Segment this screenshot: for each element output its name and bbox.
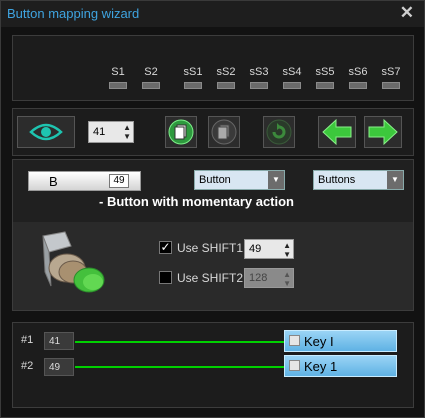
button-letter: B [49, 174, 58, 189]
eye-icon [29, 123, 63, 141]
shift-led-ss1 [184, 82, 202, 89]
mapped-key-button[interactable]: Key I [284, 330, 397, 352]
button-category-value: Buttons [318, 174, 356, 186]
title-bar: Button mapping wizard ✕ [1, 1, 424, 27]
shift1-label: Use SHIFT1 [177, 241, 244, 255]
mapping-row-label: #1 [21, 334, 34, 346]
button-number-badge: 49 [109, 174, 129, 188]
mapping-link-line [75, 341, 284, 343]
shift2-spinner[interactable]: 128 ▲ ▼ [244, 268, 294, 288]
shift2-label: Use SHIFT2 [177, 271, 244, 285]
shift-label-s1: S1 [111, 66, 125, 78]
button-category-select[interactable]: Buttons ▼ [313, 170, 404, 190]
shift1-spinner[interactable]: 49 ▲ ▼ [244, 239, 294, 259]
shift-indicator-panel: S1 S2 sS1 sS2 sS3 sS4 sS5 sS6 sS7 [12, 35, 414, 101]
shift-label-ss7: sS7 [381, 66, 401, 78]
spinner-arrows-icon[interactable]: ▲ ▼ [283, 270, 291, 288]
chevron-down-icon[interactable]: ▼ [387, 171, 403, 189]
copy-icon [168, 119, 194, 145]
shift1-checkbox[interactable]: ✓ [159, 241, 172, 254]
shift-label-ss4: sS4 [282, 66, 302, 78]
button-description: - Button with momentary action [99, 194, 294, 209]
key-checkbox[interactable] [289, 360, 300, 371]
shift-led-ss5 [316, 82, 334, 89]
shift-label-ss1: sS1 [183, 66, 203, 78]
shift2-checkbox[interactable] [159, 271, 172, 284]
next-button[interactable] [364, 116, 402, 148]
spinner-value: 41 [93, 126, 106, 138]
mapped-key-button[interactable]: Key 1 [284, 355, 397, 377]
push-button-image [42, 231, 105, 293]
shift-label-s2: S2 [144, 66, 158, 78]
close-icon[interactable]: ✕ [400, 3, 414, 23]
button-type-select[interactable]: Button ▼ [194, 170, 285, 190]
shift-led-s1 [109, 82, 127, 89]
button-definition-panel: B 49 Button ▼ Buttons ▼ - Button with mo… [12, 159, 414, 311]
shift-led-ss3 [250, 82, 268, 89]
shift-label-ss3: sS3 [249, 66, 269, 78]
eye-button[interactable] [17, 116, 75, 148]
arrow-left-icon [322, 118, 352, 146]
button-name-field[interactable]: B 49 [28, 171, 141, 191]
key-mapping-panel: #1 41 Key I #2 49 Key 1 [12, 322, 414, 408]
button-mapping-wizard-window: Button mapping wizard ✕ S1 S2 sS1 sS2 sS… [0, 0, 425, 418]
shift-led-ss2 [217, 82, 235, 89]
shift-led-ss4 [283, 82, 301, 89]
mapping-row-label: #2 [21, 360, 34, 372]
reset-button[interactable] [263, 116, 295, 148]
mapped-key-label: Key I [304, 334, 334, 349]
spinner-arrows-icon[interactable]: ▲ ▼ [123, 123, 131, 141]
paste-button[interactable] [208, 116, 240, 148]
copy-button[interactable] [165, 116, 197, 148]
button-type-value: Button [199, 174, 231, 186]
mapping-link-line [75, 366, 284, 368]
chevron-down-icon[interactable]: ▼ [268, 171, 284, 189]
refresh-icon [266, 119, 292, 145]
shift2-value: 128 [249, 272, 268, 284]
shift-led-ss6 [349, 82, 367, 89]
shift-options-area: ✓ Use SHIFT1 49 ▲ ▼ Use SHIFT2 128 ▲ ▼ [13, 222, 413, 310]
shift-led-ss7 [382, 82, 400, 89]
spinner-arrows-icon[interactable]: ▲ ▼ [283, 241, 291, 259]
toolbar-panel: 41 ▲ ▼ [12, 108, 414, 156]
window-title: Button mapping wizard [7, 6, 140, 21]
shift1-value: 49 [249, 243, 262, 255]
key-checkbox[interactable] [289, 335, 300, 346]
mapping-button-number: 49 [44, 358, 74, 376]
previous-button[interactable] [318, 116, 356, 148]
shift-label-ss6: sS6 [348, 66, 368, 78]
shift-led-s2 [142, 82, 160, 89]
shift-label-ss5: sS5 [315, 66, 335, 78]
mapping-button-number: 41 [44, 332, 74, 350]
button-number-spinner[interactable]: 41 ▲ ▼ [88, 121, 134, 143]
mapped-key-label: Key 1 [304, 359, 338, 374]
shift-label-ss2: sS2 [216, 66, 236, 78]
paste-icon [211, 119, 237, 145]
arrow-right-icon [368, 118, 398, 146]
